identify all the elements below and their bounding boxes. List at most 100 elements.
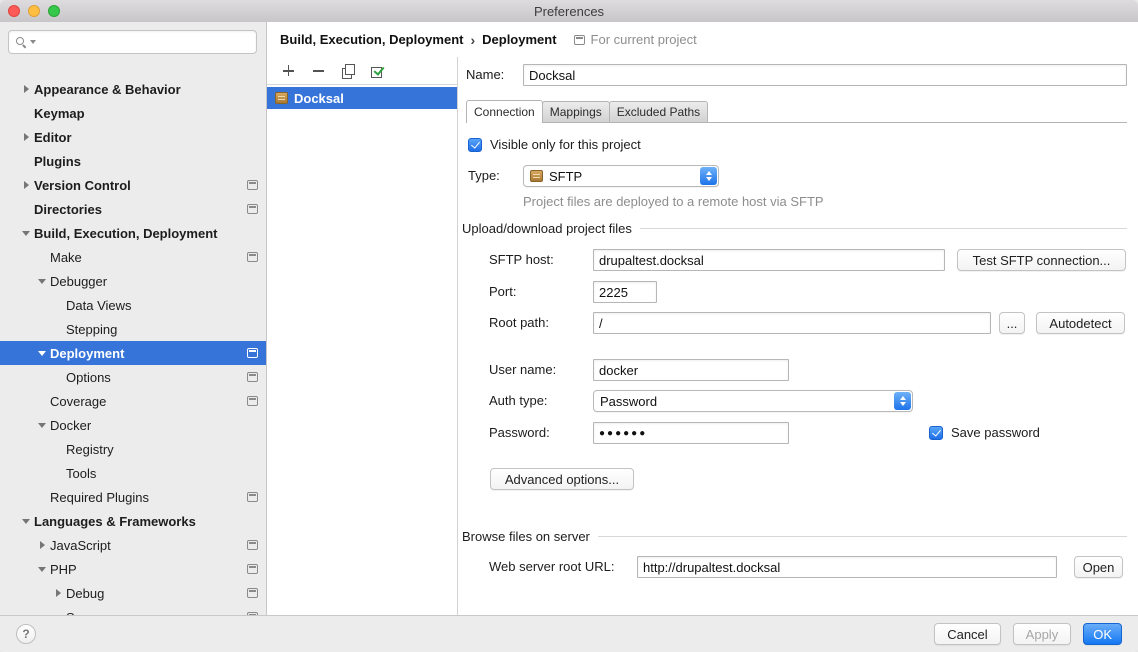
browse-root-path-button[interactable]: ... [999,312,1025,334]
sidebar-item-label: Docker [50,418,91,433]
visible-only-label: Visible only for this project [490,134,641,156]
sidebar-item-data-views[interactable]: Data Views [0,293,266,317]
sidebar-item-debugger[interactable]: Debugger [0,269,266,293]
upload-section-title: Upload/download project files [462,221,632,236]
auth-type-select[interactable]: Password [593,390,913,412]
sidebar-item-servers[interactable]: Servers [0,605,266,615]
server-list-item-docksal[interactable]: Docksal [267,87,457,109]
port-field[interactable] [593,281,657,303]
sidebar-item-label: Build, Execution, Deployment [34,226,217,241]
chevron-right-icon[interactable] [34,541,50,549]
tab-connection[interactable]: Connection [466,100,543,123]
cancel-button[interactable]: Cancel [934,623,1000,645]
search-history-chevron-icon[interactable] [30,40,36,44]
minus-icon [313,65,324,76]
search-input[interactable] [42,32,250,52]
sidebar-item-tools[interactable]: Tools [0,461,266,485]
sidebar-item-label: Options [66,370,111,385]
sidebar-item-coverage[interactable]: Coverage [0,389,266,413]
sidebar-item-debug[interactable]: Debug [0,581,266,605]
copy-icon [342,64,355,78]
auth-type-value: Password [600,394,912,409]
sidebar-item-version-control[interactable]: Version Control [0,173,266,197]
type-select[interactable]: SFTP [523,165,719,187]
chevron-down-icon[interactable] [34,351,50,356]
sidebar-item-make[interactable]: Make [0,245,266,269]
section-divider [640,228,1127,229]
chevron-right-icon[interactable] [18,181,34,189]
sidebar-item-appearance-behavior[interactable]: Appearance & Behavior [0,77,266,101]
autodetect-button[interactable]: Autodetect [1036,312,1125,334]
chevron-right-icon[interactable] [18,85,34,93]
open-button[interactable]: Open [1074,556,1123,578]
use-as-default-button[interactable] [370,63,386,79]
sidebar-item-languages-frameworks[interactable]: Languages & Frameworks [0,509,266,533]
root-path-field[interactable] [593,312,991,334]
chevron-down-icon[interactable] [34,567,50,572]
breadcrumb-page: Deployment [482,32,556,47]
web-root-field[interactable] [637,556,1057,578]
close-window-button[interactable] [8,5,20,17]
sidebar-item-label: Required Plugins [50,490,149,505]
type-value: SFTP [549,169,718,184]
chevron-down-icon[interactable] [18,231,34,236]
sidebar-item-options[interactable]: Options [0,365,266,389]
section-divider [598,536,1127,537]
sftp-host-field[interactable] [593,249,945,271]
save-password-checkbox[interactable] [929,426,943,440]
settings-tabs: Connection Mappings Excluded Paths [466,99,1127,123]
sidebar-item-build-execution-deployment[interactable]: Build, Execution, Deployment [0,221,266,245]
chevron-right-icon[interactable] [50,589,66,597]
test-sftp-connection-button[interactable]: Test SFTP connection... [957,249,1126,271]
ok-button[interactable]: OK [1083,623,1122,645]
help-button[interactable]: ? [16,624,36,644]
visible-only-checkbox[interactable] [468,138,482,152]
breadcrumb-separator: › [470,32,475,48]
browse-section-header: Browse files on server [462,525,1127,547]
sidebar-item-editor[interactable]: Editor [0,125,266,149]
tab-excluded-paths[interactable]: Excluded Paths [609,101,708,122]
sidebar-item-directories[interactable]: Directories [0,197,266,221]
sidebar-item-deployment[interactable]: Deployment [0,341,266,365]
apply-button[interactable]: Apply [1013,623,1072,645]
sidebar-item-php[interactable]: PHP [0,557,266,581]
advanced-options-button[interactable]: Advanced options... [490,468,634,490]
browse-section-title: Browse files on server [462,529,590,544]
chevron-down-icon[interactable] [18,519,34,524]
sidebar-item-required-plugins[interactable]: Required Plugins [0,485,266,509]
add-server-button[interactable] [280,63,296,79]
search-icon[interactable] [15,36,27,48]
project-scope-icon [247,564,258,574]
dialog-footer: ? Cancel Apply OK [0,615,1138,652]
breadcrumb-scope-label: For current project [591,32,697,47]
sidebar-item-stepping[interactable]: Stepping [0,317,266,341]
sidebar-item-plugins[interactable]: Plugins [0,149,266,173]
sidebar-item-label: Data Views [66,298,132,313]
chevron-right-icon[interactable] [18,133,34,141]
breadcrumb-section[interactable]: Build, Execution, Deployment [280,32,463,47]
remove-server-button[interactable] [310,63,326,79]
minimize-window-button[interactable] [28,5,40,17]
sidebar-item-javascript[interactable]: JavaScript [0,533,266,557]
sidebar-item-docker[interactable]: Docker [0,413,266,437]
copy-server-button[interactable] [340,63,356,79]
sidebar-item-registry[interactable]: Registry [0,437,266,461]
password-field[interactable] [593,422,789,444]
sidebar-item-label: Languages & Frameworks [34,514,196,529]
zoom-window-button[interactable] [48,5,60,17]
chevron-down-icon[interactable] [34,279,50,284]
user-name-field[interactable] [593,359,789,381]
port-label: Port: [489,281,516,303]
settings-search-field[interactable] [8,30,257,54]
sidebar-item-label: Editor [34,130,72,145]
upload-section-header: Upload/download project files [462,217,1127,239]
sidebar-item-label: JavaScript [50,538,111,553]
chevron-down-icon[interactable] [34,423,50,428]
name-field[interactable] [523,64,1127,86]
dropdown-arrows-icon [894,392,911,410]
settings-tree: Appearance & Behavior Keymap Editor Plug… [0,77,266,615]
sidebar-item-keymap[interactable]: Keymap [0,101,266,125]
name-label: Name: [466,64,504,86]
tab-mappings[interactable]: Mappings [542,101,610,122]
type-label: Type: [468,165,500,187]
